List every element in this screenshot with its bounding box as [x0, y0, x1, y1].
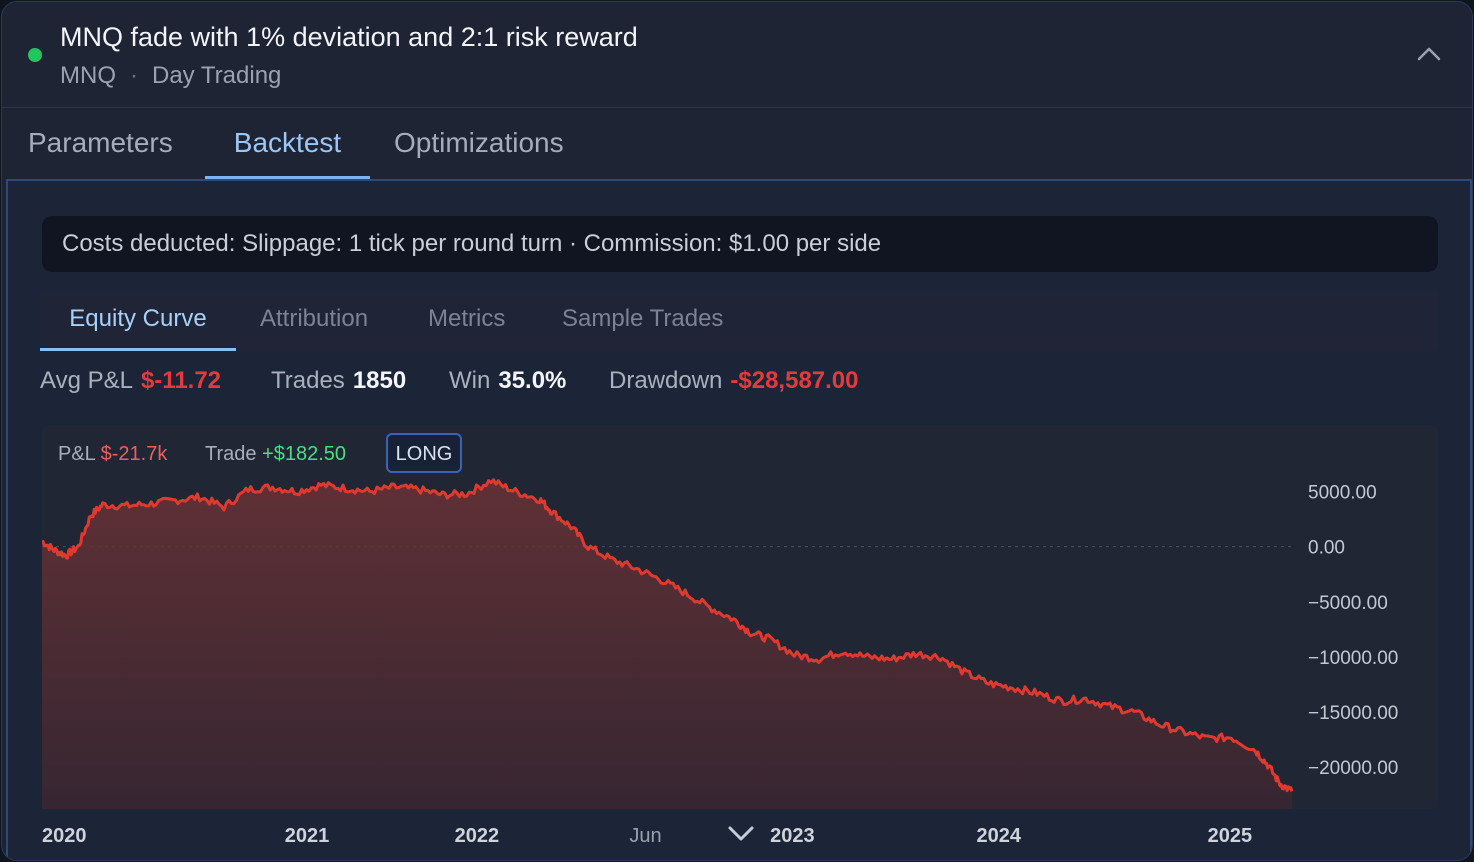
main-tabs: Parameters Backtest Optimizations [2, 109, 1472, 179]
stat-win-value: 35.0% [498, 367, 567, 394]
x-axis: 2020 2021 2022 Jun 2023 2024 2025 [8, 821, 1472, 860]
x-tick-label: 2021 [284, 825, 330, 847]
stat-trades: Trades 1850 [271, 367, 406, 395]
x-tick-label: Jun [629, 825, 662, 847]
stat-drawdown: Drawdown -$28,587.00 [609, 367, 859, 395]
x-tick-label: 2020 [42, 825, 87, 847]
tab-parameters[interactable]: Parameters [28, 109, 173, 179]
stat-win-label: Win [449, 367, 491, 394]
strategy-card: MNQ fade with 1% deviation and 2:1 risk … [1, 1, 1473, 861]
y-tick-label: 5000.00 [1308, 483, 1377, 504]
tab-sample-trades[interactable]: Sample Trades [562, 291, 723, 351]
tab-backtest[interactable]: Backtest [205, 109, 370, 179]
strategy-subtitle: MNQ · Day Trading [60, 62, 281, 90]
status-indicator [28, 48, 42, 62]
equity-area [42, 479, 1292, 809]
x-tick-label: 2025 [1207, 825, 1253, 847]
y-tick-label: −20000.00 [1308, 758, 1398, 779]
symbol-label: MNQ [60, 62, 116, 89]
x-tick-label: 2022 [454, 825, 500, 847]
chevron-up-icon[interactable] [1414, 40, 1444, 70]
stat-avg-pl: Avg P&L $-11.72 [40, 367, 221, 395]
strategy-header: MNQ fade with 1% deviation and 2:1 risk … [2, 2, 1472, 108]
stat-win: Win 35.0% [449, 367, 566, 395]
y-tick-label: −15000.00 [1308, 703, 1398, 724]
backtest-subtabs: Equity Curve Attribution Metrics Sample … [40, 291, 1438, 351]
tab-equity-curve[interactable]: Equity Curve [40, 291, 236, 351]
trading-style-label: Day Trading [152, 62, 282, 89]
x-tick-label: 2023 [770, 825, 815, 847]
chevron-down-icon[interactable] [724, 821, 758, 849]
stat-avg-pl-value: $-11.72 [140, 367, 222, 394]
stat-trades-label: Trades [271, 367, 345, 394]
y-tick-label: −10000.00 [1308, 648, 1398, 669]
tab-optimizations[interactable]: Optimizations [394, 109, 564, 179]
stat-trades-value: 1850 [352, 367, 407, 394]
tab-attribution[interactable]: Attribution [260, 291, 368, 351]
equity-curve-plot: 5000.00 0.00 −5000.00 −10000.00 −15000.00 −20… [42, 478, 1398, 809]
tab-metrics[interactable]: Metrics [428, 291, 505, 351]
x-tick-label: 2024 [976, 825, 1021, 847]
strategy-title: MNQ fade with 1% deviation and 2:1 risk … [60, 22, 638, 52]
stat-drawdown-value: -$28,587.00 [730, 367, 859, 394]
backtest-panel: Costs deducted: Slippage: 1 tick per rou… [6, 179, 1472, 860]
stat-avg-pl-label: Avg P&L [40, 367, 133, 394]
y-tick-label: 0.00 [1308, 538, 1345, 559]
subtitle-separator: · [130, 62, 138, 89]
stat-drawdown-label: Drawdown [609, 367, 723, 394]
y-tick-label: −5000.00 [1308, 593, 1388, 614]
costs-banner: Costs deducted: Slippage: 1 tick per rou… [42, 216, 1438, 272]
